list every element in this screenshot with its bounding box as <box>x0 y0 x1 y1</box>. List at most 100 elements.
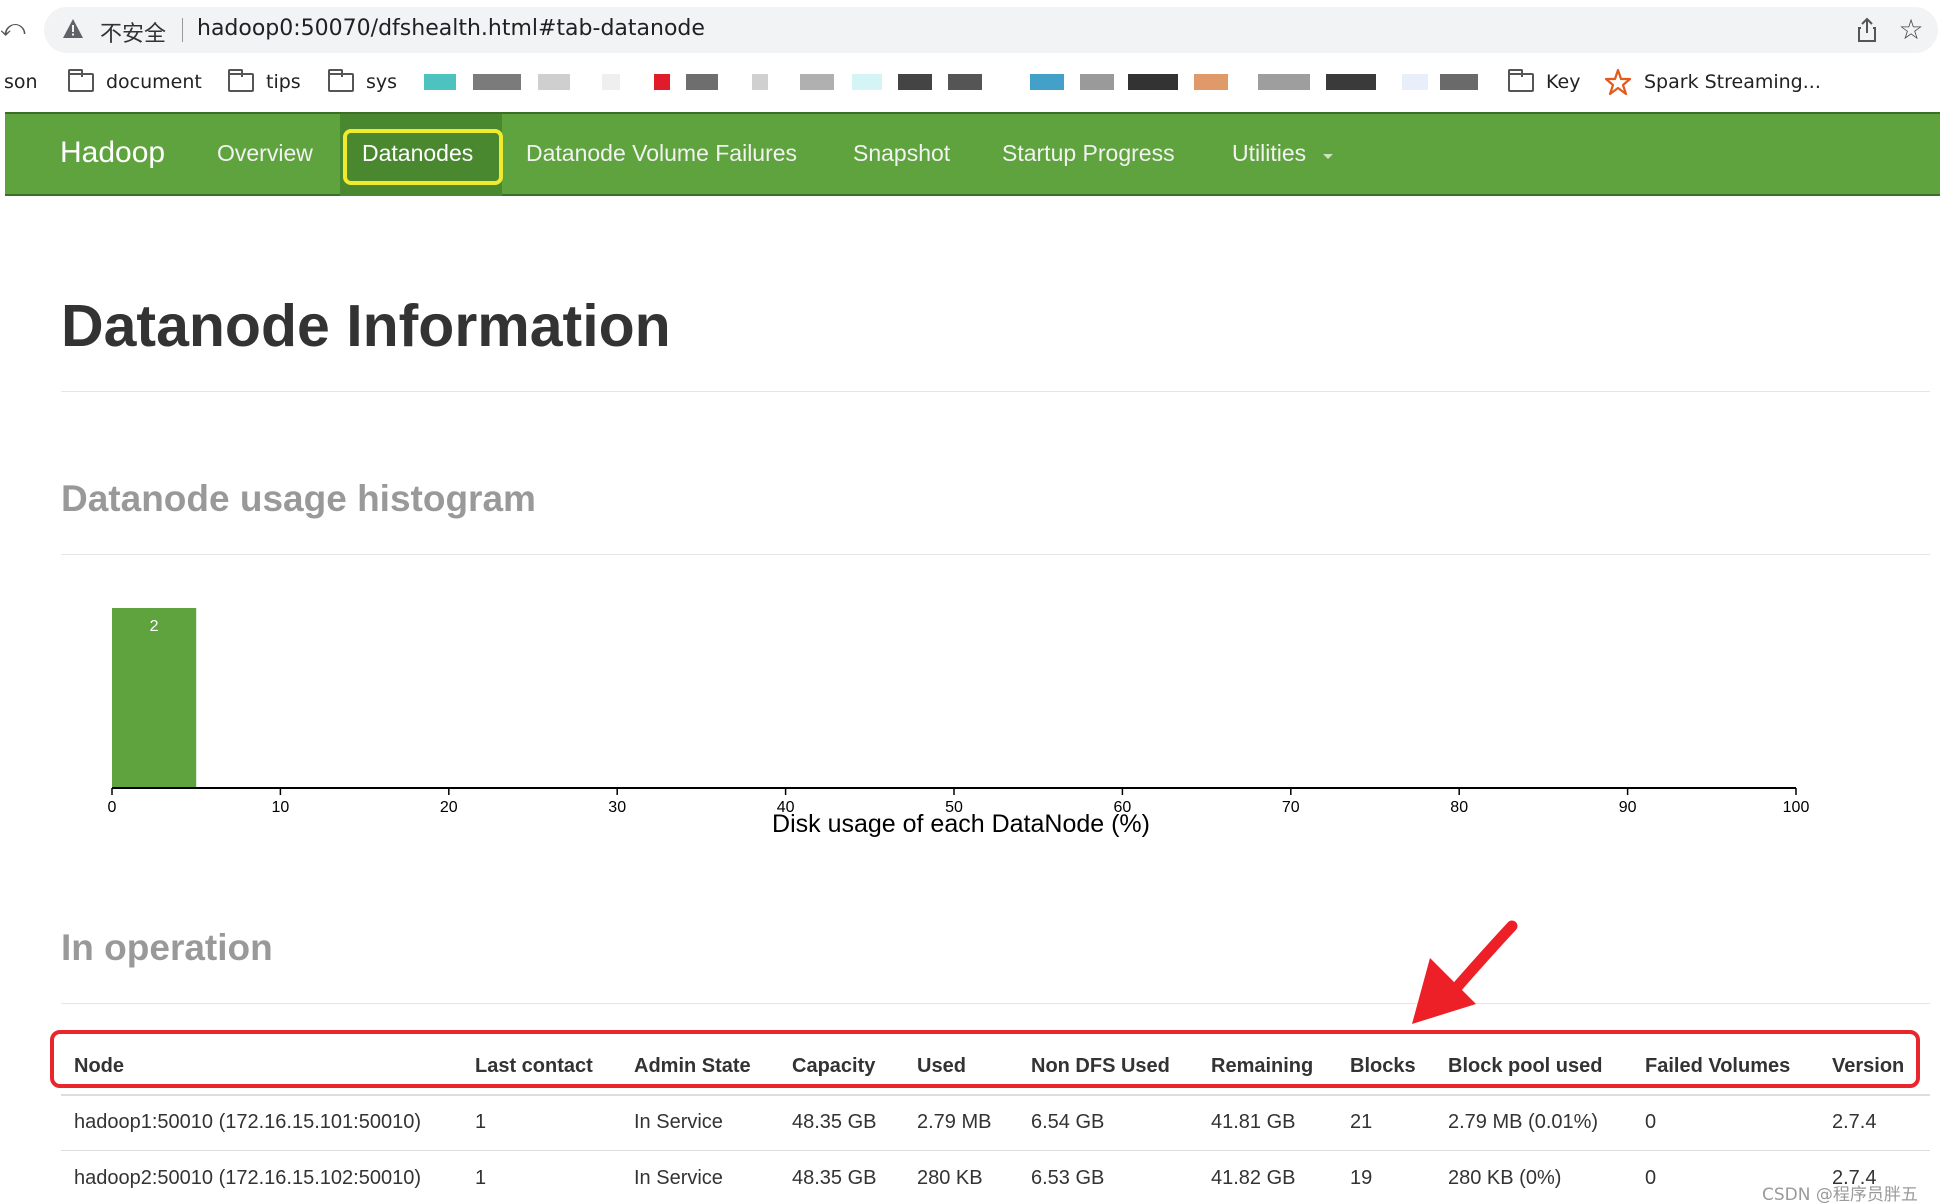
in-operation-title: In operation <box>61 927 273 968</box>
bookmark-label: sys <box>366 71 398 93</box>
cell-last-contact: 1 <box>475 1111 487 1133</box>
cell-node[interactable]: hadoop2:50010 (172.16.15.102:50010) <box>74 1167 421 1190</box>
column-header-non-dfs-used[interactable]: Non DFS Used <box>1031 1055 1170 1078</box>
x-tick-label: 0 <box>108 799 117 816</box>
watermark: CSDN @程序员胖五 <box>1762 1185 1918 1204</box>
bookmark-folder-tips[interactable]: tips <box>228 66 301 98</box>
bookmark-spark-streaming[interactable]: Spark Streaming... <box>1604 66 1821 98</box>
table-header-highlight <box>50 1030 1920 1088</box>
blurred-bookmark[interactable] <box>852 74 882 90</box>
bookmark-label: Key <box>1546 71 1581 93</box>
folder-icon <box>228 68 254 92</box>
blurred-bookmark[interactable] <box>800 74 834 90</box>
bookmark-folder-document[interactable]: document <box>68 66 202 98</box>
nav-datanodes[interactable]: Datanodes <box>362 140 473 167</box>
blurred-bookmark[interactable] <box>1030 74 1064 90</box>
column-header-block-pool-used[interactable]: Block pool used <box>1448 1055 1602 1078</box>
blurred-bookmark[interactable] <box>1326 74 1376 90</box>
blurred-bookmark[interactable] <box>898 74 932 90</box>
cell-used: 280 KB <box>917 1167 983 1189</box>
back-icon[interactable]: ⤺ <box>0 14 26 44</box>
cell-version: 2.7.4 <box>1832 1111 1877 1133</box>
blurred-bookmark[interactable] <box>424 74 456 90</box>
x-tick-label: 100 <box>1783 799 1810 816</box>
blurred-bookmark[interactable] <box>538 74 570 90</box>
x-axis-label: Disk usage of each DataNode (%) <box>772 810 1150 838</box>
page-title: Datanode Information <box>61 293 671 359</box>
blurred-bookmark[interactable] <box>686 74 718 90</box>
x-tick-label: 70 <box>1282 799 1300 816</box>
bookmark-label: tips <box>266 71 301 93</box>
cell-capacity: 48.35 GB <box>792 1167 877 1189</box>
navbar: Hadoop Overview Datanodes Datanode Volum… <box>5 112 1940 196</box>
blurred-bookmark[interactable] <box>473 74 521 90</box>
column-header-admin-state[interactable]: Admin State <box>634 1055 751 1078</box>
cell-block-pool-used: 2.79 MB (0.01%) <box>1448 1111 1599 1133</box>
bookmark-folder-key[interactable]: Key <box>1508 66 1580 98</box>
url-text[interactable]: hadoop0:50070/dfshealth.html#tab-datanod… <box>197 16 705 41</box>
x-tick-label: 30 <box>608 799 626 816</box>
cell-remaining: 41.82 GB <box>1211 1167 1296 1189</box>
blurred-bookmark[interactable] <box>948 74 982 90</box>
spark-star-icon <box>1604 68 1632 96</box>
blurred-bookmark[interactable] <box>654 74 670 90</box>
nav-datanode-volume-failures[interactable]: Datanode Volume Failures <box>526 140 797 167</box>
cell-blocks: 21 <box>1350 1111 1373 1133</box>
column-header-node[interactable]: Node <box>74 1055 124 1078</box>
x-tick-label: 20 <box>440 799 458 816</box>
bookmark-label: document <box>106 71 202 93</box>
blurred-bookmark[interactable] <box>602 74 620 90</box>
cell-blocks: 19 <box>1350 1167 1373 1189</box>
bookmarks-bar: son document tips sys Key Spark Streamin… <box>0 62 1940 102</box>
divider <box>61 391 1930 392</box>
brand-logo[interactable]: Hadoop <box>60 136 165 170</box>
security-label: 不安全 <box>100 22 167 47</box>
cell-used: 2.79 MB <box>917 1111 992 1133</box>
table-header-underline <box>61 1094 1930 1096</box>
cell-admin-state: In Service <box>634 1167 723 1189</box>
cell-non-dfs-used: 6.53 GB <box>1031 1167 1105 1189</box>
cell-capacity: 48.35 GB <box>792 1111 877 1133</box>
column-header-version[interactable]: Version <box>1832 1055 1904 1078</box>
cell-block-pool-used: 280 KB (0%) <box>1448 1167 1562 1189</box>
divider <box>61 554 1930 555</box>
cell-last-contact: 1 <box>475 1167 487 1189</box>
nav-snapshot[interactable]: Snapshot <box>853 140 950 167</box>
blurred-bookmark[interactable] <box>1080 74 1114 90</box>
column-header-last-contact[interactable]: Last contact <box>475 1055 593 1078</box>
bookmark-label: Spark Streaming... <box>1644 71 1821 93</box>
blurred-bookmark[interactable] <box>752 74 768 90</box>
blurred-bookmark[interactable] <box>1258 74 1310 90</box>
cell-failed-volumes: 0 <box>1645 1167 1657 1189</box>
blurred-bookmark[interactable] <box>1194 74 1228 90</box>
bookmark-son[interactable]: son <box>4 66 38 98</box>
x-tick-label: 10 <box>272 799 290 816</box>
cell-failed-volumes: 0 <box>1645 1111 1657 1133</box>
bookmark-label: son <box>4 71 38 93</box>
blurred-bookmark[interactable] <box>1402 74 1428 90</box>
warning-icon <box>63 19 83 38</box>
cell-admin-state: In Service <box>634 1111 723 1133</box>
column-header-remaining[interactable]: Remaining <box>1211 1055 1313 1078</box>
cell-non-dfs-used: 6.54 GB <box>1031 1111 1105 1133</box>
column-header-used[interactable]: Used <box>917 1055 966 1078</box>
histogram-title: Datanode usage histogram <box>61 478 536 519</box>
column-header-failed-volumes[interactable]: Failed Volumes <box>1645 1055 1790 1078</box>
histogram-bar <box>112 608 197 788</box>
nav-utilities[interactable]: Utilities <box>1232 140 1306 167</box>
bookmark-folder-sys[interactable]: sys <box>328 66 397 98</box>
nav-overview[interactable]: Overview <box>217 140 313 167</box>
blurred-bookmark[interactable] <box>1128 74 1178 90</box>
folder-icon <box>68 68 94 92</box>
bookmark-star-icon[interactable]: ☆ <box>1894 13 1928 47</box>
share-icon[interactable] <box>1852 15 1882 45</box>
cell-node[interactable]: hadoop1:50010 (172.16.15.101:50010) <box>74 1111 421 1134</box>
nav-startup-progress[interactable]: Startup Progress <box>1002 140 1175 167</box>
blurred-bookmark[interactable] <box>1440 74 1478 90</box>
caret-down-icon[interactable] <box>1323 154 1333 159</box>
column-header-capacity[interactable]: Capacity <box>792 1055 875 1078</box>
address-bar[interactable]: 不安全 hadoop0:50070/dfshealth.html#tab-dat… <box>44 7 1938 53</box>
x-tick-label: 90 <box>1619 799 1637 816</box>
folder-icon <box>1508 68 1534 92</box>
column-header-blocks[interactable]: Blocks <box>1350 1055 1416 1078</box>
